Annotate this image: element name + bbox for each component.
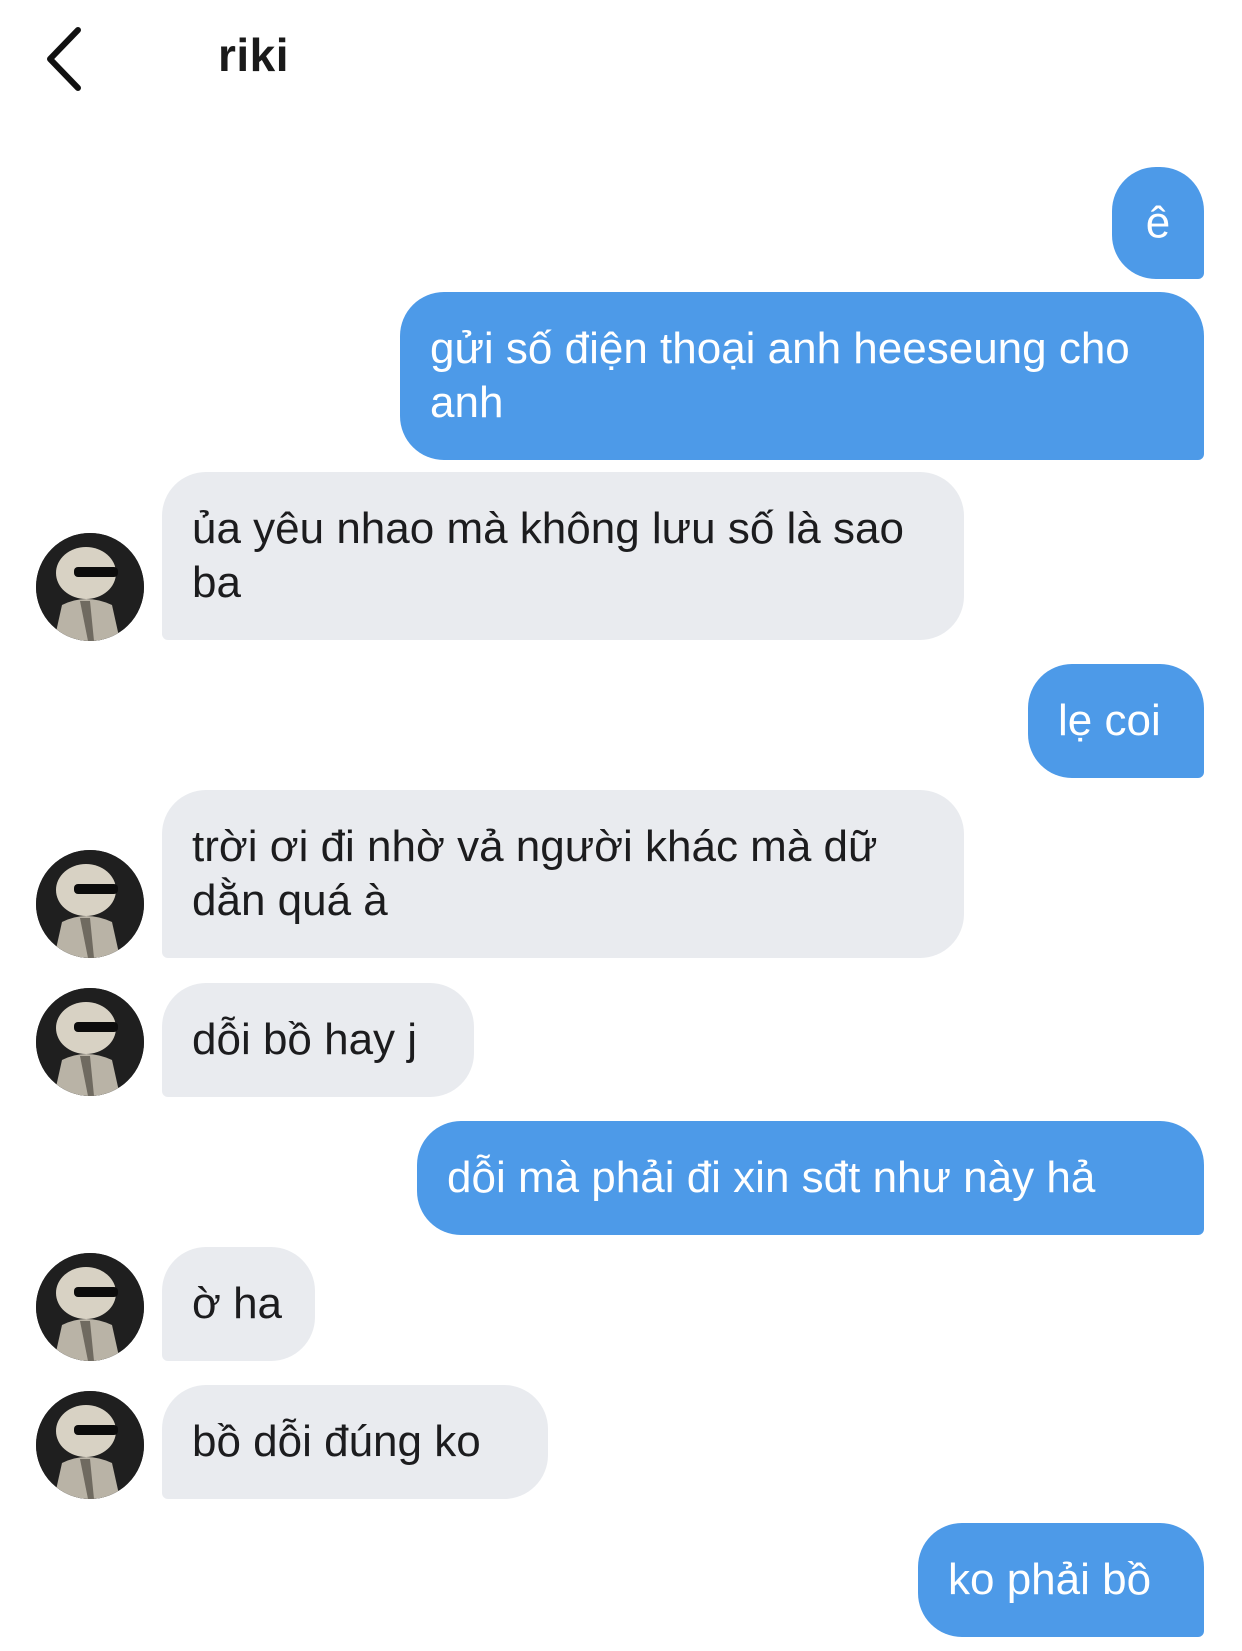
message-bubble-received[interactable]: trời ơi đi nhờ vả người khác mà dữ dằn q… (162, 790, 964, 958)
avatar-photo (36, 850, 144, 958)
message-bubble-sent[interactable]: gửi số điện thoại anh heeseung cho anh (400, 292, 1204, 460)
message-bubble-sent[interactable]: ê (1112, 167, 1204, 279)
message-bubble-sent[interactable]: dỗi mà phải đi xin sđt như này hả (417, 1121, 1204, 1235)
back-button[interactable] (40, 24, 90, 94)
message-bubble-received[interactable]: bồ dỗi đúng ko (162, 1385, 548, 1499)
message-bubble-received[interactable]: ủa yêu nhao mà không lưu số là sao ba (162, 472, 964, 640)
message-bubble-sent[interactable]: lẹ coi (1028, 664, 1204, 778)
chat-header: riki (0, 0, 1242, 120)
contact-avatar[interactable] (36, 1391, 144, 1499)
contact-avatar[interactable] (36, 850, 144, 958)
avatar-photo (36, 1253, 144, 1361)
message-bubble-received[interactable]: ờ ha (162, 1247, 315, 1361)
contact-name[interactable]: riki (218, 28, 289, 82)
avatar-photo (36, 988, 144, 1096)
message-bubble-sent[interactable]: ko phải bồ (918, 1523, 1204, 1637)
avatar-photo (36, 1391, 144, 1499)
chevron-left-icon (47, 27, 81, 91)
contact-avatar[interactable] (36, 988, 144, 1096)
contact-avatar[interactable] (36, 533, 144, 641)
avatar-photo (36, 533, 144, 641)
message-bubble-received[interactable]: dỗi bồ hay j (162, 983, 474, 1097)
contact-avatar[interactable] (36, 1253, 144, 1361)
